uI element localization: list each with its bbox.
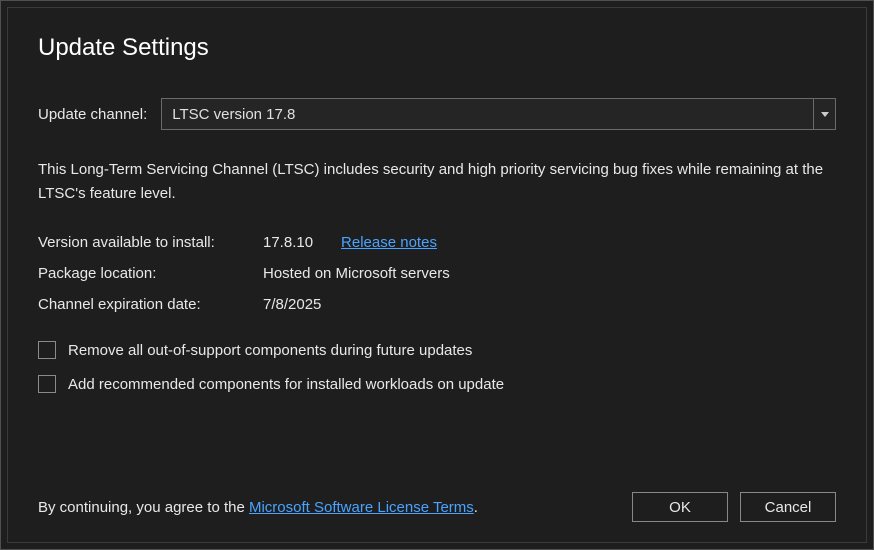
- remove-unsupported-option[interactable]: Remove all out-of-support components dur…: [38, 341, 836, 359]
- package-location-value: Hosted on Microsoft servers: [263, 265, 836, 282]
- page-title: Update Settings: [38, 34, 836, 62]
- dialog-content: Update Settings Update channel: LTSC ver…: [7, 7, 867, 543]
- chevron-down-icon: [821, 112, 829, 117]
- license-terms-link[interactable]: Microsoft Software License Terms: [249, 499, 474, 516]
- license-agreement-text: By continuing, you agree to the Microsof…: [38, 499, 478, 516]
- dialog-footer: By continuing, you agree to the Microsof…: [38, 472, 836, 522]
- footer-buttons: OK Cancel: [632, 492, 836, 522]
- ok-button[interactable]: OK: [632, 492, 728, 522]
- add-recommended-checkbox[interactable]: [38, 375, 56, 393]
- channel-expiration-label: Channel expiration date:: [38, 296, 263, 313]
- cancel-button[interactable]: Cancel: [740, 492, 836, 522]
- update-channel-selected: LTSC version 17.8: [162, 99, 813, 129]
- add-recommended-label: Add recommended components for installed…: [68, 376, 504, 393]
- update-channel-label: Update channel:: [38, 106, 147, 123]
- info-grid: Version available to install: 17.8.10 Re…: [38, 234, 836, 313]
- remove-unsupported-checkbox[interactable]: [38, 341, 56, 359]
- license-suffix: .: [474, 499, 478, 516]
- dropdown-button[interactable]: [813, 99, 835, 129]
- release-notes-link[interactable]: Release notes: [341, 234, 437, 251]
- channel-description: This Long-Term Servicing Channel (LTSC) …: [38, 158, 828, 206]
- add-recommended-option[interactable]: Add recommended components for installed…: [38, 375, 836, 393]
- channel-expiration-value: 7/8/2025: [263, 296, 836, 313]
- package-location-label: Package location:: [38, 265, 263, 282]
- update-channel-dropdown[interactable]: LTSC version 17.8: [161, 98, 836, 130]
- update-channel-row: Update channel: LTSC version 17.8: [38, 98, 836, 130]
- license-prefix: By continuing, you agree to the: [38, 499, 249, 516]
- version-available-value: 17.8.10: [263, 234, 313, 251]
- remove-unsupported-label: Remove all out-of-support components dur…: [68, 342, 472, 359]
- version-available-value-row: 17.8.10 Release notes: [263, 234, 836, 251]
- update-settings-dialog: Update Settings Update channel: LTSC ver…: [0, 0, 874, 550]
- version-available-label: Version available to install:: [38, 234, 263, 251]
